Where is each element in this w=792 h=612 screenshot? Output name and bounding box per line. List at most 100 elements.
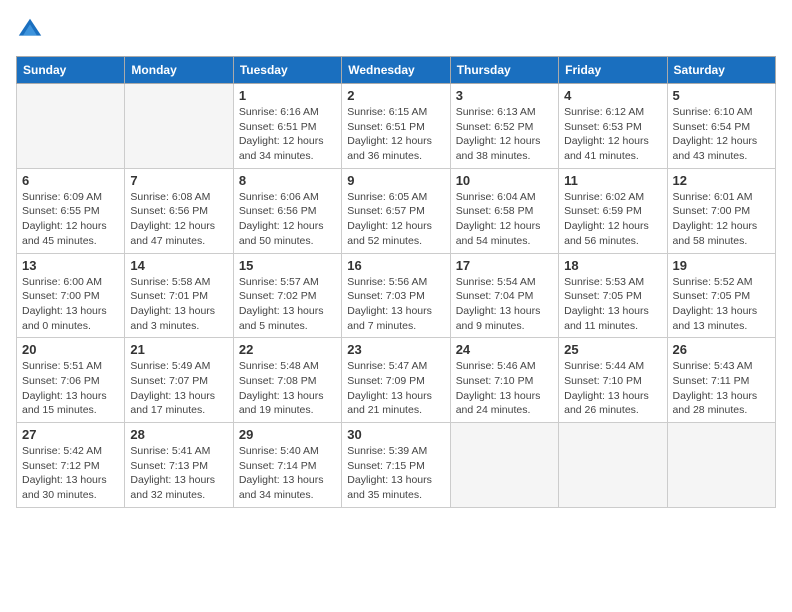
day-info: Sunrise: 5:51 AM Sunset: 7:06 PM Dayligh… [22,359,119,418]
day-number: 20 [22,342,119,357]
day-cell [667,423,775,508]
day-number: 8 [239,173,336,188]
weekday-header-sunday: Sunday [17,57,125,84]
day-number: 5 [673,88,770,103]
day-number: 18 [564,258,661,273]
day-cell: 24 Sunrise: 5:46 AM Sunset: 7:10 PM Dayli… [450,338,558,423]
day-info: Sunrise: 5:49 AM Sunset: 7:07 PM Dayligh… [130,359,227,418]
day-info: Sunrise: 6:10 AM Sunset: 6:54 PM Dayligh… [673,105,770,164]
day-number: 29 [239,427,336,442]
day-cell: 15 Sunrise: 5:57 AM Sunset: 7:02 PM Dayli… [233,253,341,338]
day-number: 24 [456,342,553,357]
day-info: Sunrise: 5:43 AM Sunset: 7:11 PM Dayligh… [673,359,770,418]
day-cell: 27 Sunrise: 5:42 AM Sunset: 7:12 PM Dayli… [17,423,125,508]
day-number: 10 [456,173,553,188]
day-cell: 11 Sunrise: 6:02 AM Sunset: 6:59 PM Dayli… [559,168,667,253]
day-cell [450,423,558,508]
day-info: Sunrise: 6:00 AM Sunset: 7:00 PM Dayligh… [22,275,119,334]
day-number: 27 [22,427,119,442]
day-number: 28 [130,427,227,442]
day-number: 14 [130,258,227,273]
day-number: 17 [456,258,553,273]
header [16,16,776,44]
logo [16,16,48,44]
day-cell [17,84,125,169]
day-cell: 7 Sunrise: 6:08 AM Sunset: 6:56 PM Daylig… [125,168,233,253]
day-info: Sunrise: 6:13 AM Sunset: 6:52 PM Dayligh… [456,105,553,164]
day-number: 22 [239,342,336,357]
day-info: Sunrise: 6:05 AM Sunset: 6:57 PM Dayligh… [347,190,444,249]
day-cell: 12 Sunrise: 6:01 AM Sunset: 7:00 PM Dayli… [667,168,775,253]
day-cell: 16Sunrise: 5:56 AM Sunset: 7:03 PM Dayli… [342,253,450,338]
day-cell: 8 Sunrise: 6:06 AM Sunset: 6:56 PM Daylig… [233,168,341,253]
day-info: Sunrise: 6:15 AM Sunset: 6:51 PM Dayligh… [347,105,444,164]
day-cell: 3 Sunrise: 6:13 AM Sunset: 6:52 PM Daylig… [450,84,558,169]
day-number: 11 [564,173,661,188]
calendar-table: SundayMondayTuesdayWednesdayThursdayFrid… [16,56,776,508]
day-cell: 30Sunrise: 5:39 AM Sunset: 7:15 PM Dayli… [342,423,450,508]
day-info: Sunrise: 6:01 AM Sunset: 7:00 PM Dayligh… [673,190,770,249]
day-number: 23 [347,342,444,357]
day-info: Sunrise: 5:57 AM Sunset: 7:02 PM Dayligh… [239,275,336,334]
day-cell: 28 Sunrise: 5:41 AM Sunset: 7:13 PM Dayli… [125,423,233,508]
day-cell: 9 Sunrise: 6:05 AM Sunset: 6:57 PM Daylig… [342,168,450,253]
day-number: 26 [673,342,770,357]
day-number: 19 [673,258,770,273]
day-info: Sunrise: 5:40 AM Sunset: 7:14 PM Dayligh… [239,444,336,503]
weekday-header-thursday: Thursday [450,57,558,84]
day-cell: 19 Sunrise: 5:52 AM Sunset: 7:05 PM Dayli… [667,253,775,338]
day-info: Sunrise: 6:08 AM Sunset: 6:56 PM Dayligh… [130,190,227,249]
weekday-header-monday: Monday [125,57,233,84]
day-cell: 20 Sunrise: 5:51 AM Sunset: 7:06 PM Dayli… [17,338,125,423]
day-number: 1 [239,88,336,103]
day-cell: 21 Sunrise: 5:49 AM Sunset: 7:07 PM Dayli… [125,338,233,423]
day-cell: 25Sunrise: 5:44 AM Sunset: 7:10 PM Dayli… [559,338,667,423]
day-cell: 26 Sunrise: 5:43 AM Sunset: 7:11 PM Dayli… [667,338,775,423]
day-info: Sunrise: 5:52 AM Sunset: 7:05 PM Dayligh… [673,275,770,334]
day-number: 2 [347,88,444,103]
day-cell [125,84,233,169]
day-info: Sunrise: 6:04 AM Sunset: 6:58 PM Dayligh… [456,190,553,249]
day-cell: 10 Sunrise: 6:04 AM Sunset: 6:58 PM Dayli… [450,168,558,253]
day-info: Sunrise: 5:58 AM Sunset: 7:01 PM Dayligh… [130,275,227,334]
day-number: 7 [130,173,227,188]
day-cell: 5 Sunrise: 6:10 AM Sunset: 6:54 PM Daylig… [667,84,775,169]
day-cell: 14 Sunrise: 5:58 AM Sunset: 7:01 PM Dayli… [125,253,233,338]
day-cell: 17 Sunrise: 5:54 AM Sunset: 7:04 PM Dayli… [450,253,558,338]
day-number: 15 [239,258,336,273]
weekday-header-saturday: Saturday [667,57,775,84]
day-info: Sunrise: 5:48 AM Sunset: 7:08 PM Dayligh… [239,359,336,418]
day-number: 3 [456,88,553,103]
day-info: Sunrise: 6:12 AM Sunset: 6:53 PM Dayligh… [564,105,661,164]
day-cell: 18 Sunrise: 5:53 AM Sunset: 7:05 PM Dayli… [559,253,667,338]
day-number: 13 [22,258,119,273]
day-info: Sunrise: 5:46 AM Sunset: 7:10 PM Dayligh… [456,359,553,418]
week-row-5: 27 Sunrise: 5:42 AM Sunset: 7:12 PM Dayli… [17,423,776,508]
day-info: Sunrise: 5:53 AM Sunset: 7:05 PM Dayligh… [564,275,661,334]
weekday-header-row: SundayMondayTuesdayWednesdayThursdayFrid… [17,57,776,84]
day-cell: 29 Sunrise: 5:40 AM Sunset: 7:14 PM Dayli… [233,423,341,508]
day-number: 12 [673,173,770,188]
week-row-4: 20 Sunrise: 5:51 AM Sunset: 7:06 PM Dayli… [17,338,776,423]
day-number: 21 [130,342,227,357]
day-number: 4 [564,88,661,103]
day-cell: 1 Sunrise: 6:16 AM Sunset: 6:51 PM Daylig… [233,84,341,169]
day-info: Sunrise: 5:56 AM Sunset: 7:03 PM Dayligh… [347,275,444,334]
day-info: Sunrise: 5:54 AM Sunset: 7:04 PM Dayligh… [456,275,553,334]
day-info: Sunrise: 6:02 AM Sunset: 6:59 PM Dayligh… [564,190,661,249]
day-number: 9 [347,173,444,188]
day-info: Sunrise: 5:41 AM Sunset: 7:13 PM Dayligh… [130,444,227,503]
logo-icon [16,16,44,44]
day-info: Sunrise: 5:39 AM Sunset: 7:15 PM Dayligh… [347,444,444,503]
day-number: 6 [22,173,119,188]
weekday-header-friday: Friday [559,57,667,84]
day-cell: 22 Sunrise: 5:48 AM Sunset: 7:08 PM Dayli… [233,338,341,423]
day-info: Sunrise: 5:42 AM Sunset: 7:12 PM Dayligh… [22,444,119,503]
day-info: Sunrise: 6:09 AM Sunset: 6:55 PM Dayligh… [22,190,119,249]
day-info: Sunrise: 6:06 AM Sunset: 6:56 PM Dayligh… [239,190,336,249]
weekday-header-wednesday: Wednesday [342,57,450,84]
week-row-3: 13 Sunrise: 6:00 AM Sunset: 7:00 PM Dayli… [17,253,776,338]
day-cell: 2 Sunrise: 6:15 AM Sunset: 6:51 PM Daylig… [342,84,450,169]
day-cell: 23Sunrise: 5:47 AM Sunset: 7:09 PM Dayli… [342,338,450,423]
day-info: Sunrise: 6:16 AM Sunset: 6:51 PM Dayligh… [239,105,336,164]
